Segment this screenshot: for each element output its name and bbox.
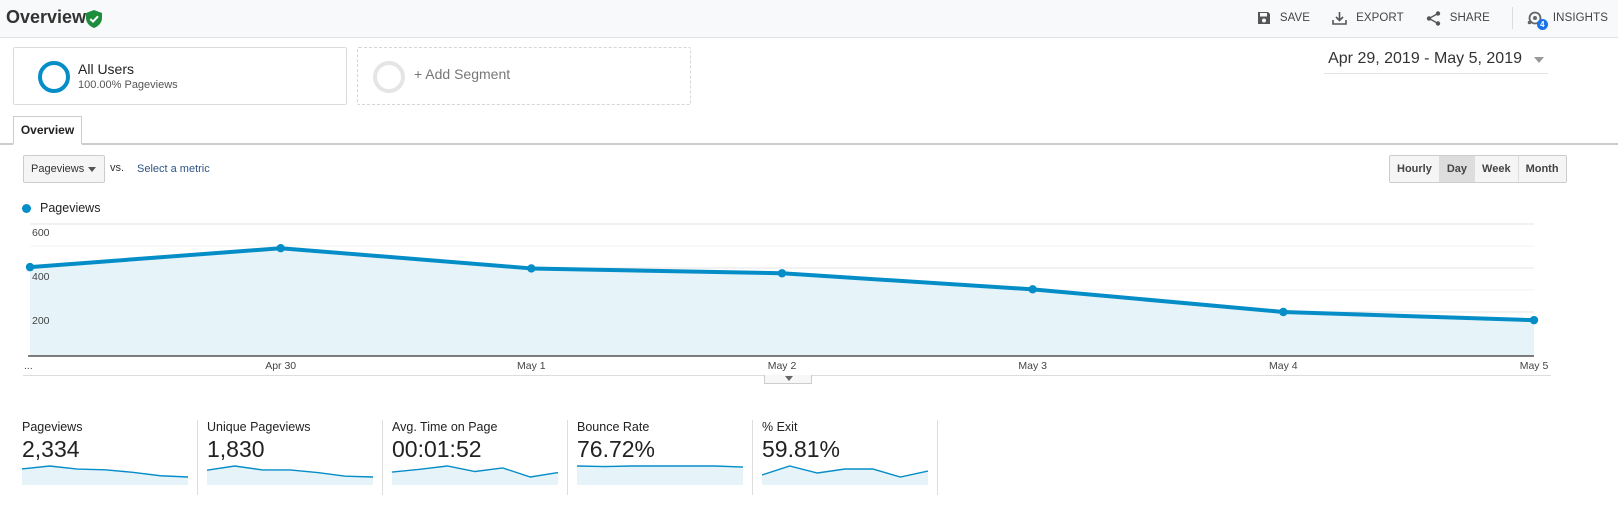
sparkline-area xyxy=(577,466,743,485)
data-point xyxy=(276,244,285,253)
select-metric-link[interactable]: Select a metric xyxy=(137,163,210,175)
period-day-button[interactable]: Day xyxy=(1439,156,1476,182)
sparkline-area xyxy=(392,466,558,485)
data-point xyxy=(1279,307,1288,317)
save-button[interactable]: SAVE xyxy=(1257,11,1310,25)
segment-subtitle: 100.00% Pageviews xyxy=(78,79,178,91)
segment-all-users[interactable]: All Users 100.00% Pageviews xyxy=(13,47,347,105)
scorecard-value: 76.72% xyxy=(577,436,656,462)
scorecard-label: Avg. Time on Page xyxy=(392,420,498,434)
scorecard-label: Bounce Rate xyxy=(577,420,650,434)
insights-label: INSIGHTS xyxy=(1552,12,1608,24)
x-tick-label: May 1 xyxy=(517,360,546,372)
period-month-button[interactable]: Month xyxy=(1518,156,1566,182)
scorecard-unique-pageviews[interactable]: Unique Pageviews 1,830 xyxy=(198,420,383,495)
date-range-text: Apr 29, 2019 - May 5, 2019 xyxy=(1328,50,1522,67)
sparkline xyxy=(392,465,558,485)
sparkline xyxy=(577,465,743,485)
scorecard-value: 1,830 xyxy=(207,436,265,462)
scorecard-label: % Exit xyxy=(762,420,798,434)
x-tick-label: May 2 xyxy=(768,360,797,372)
scorecard-pageviews[interactable]: Pageviews 2,334 xyxy=(13,420,198,495)
export-icon xyxy=(1332,12,1347,25)
pageviews-chart: 200 400 600... Apr 30 May 1 May 2 May 3 May 4 Ma… xyxy=(24,223,1549,372)
scorecard-value: 59.81% xyxy=(762,436,841,462)
x-tick-label: May 4 xyxy=(1269,360,1298,372)
legend-label: Pageviews xyxy=(40,201,101,215)
export-button[interactable]: EXPORT xyxy=(1332,11,1404,25)
segment-name: All Users xyxy=(78,61,135,77)
metric-select[interactable]: Pageviews xyxy=(23,155,105,183)
x-tick-label: Apr 30 xyxy=(265,360,296,372)
top-bar: Overview SAVE EXPORT SHARE 4 INSIGHTS xyxy=(0,0,1618,38)
insights-button[interactable]: 4 INSIGHTS xyxy=(1527,10,1608,30)
chart-legend: Pageviews xyxy=(22,201,100,215)
period-week-button[interactable]: Week xyxy=(1475,156,1519,182)
chevron-down-icon xyxy=(88,167,96,172)
segment-ring-icon xyxy=(38,61,70,93)
share-icon xyxy=(1426,10,1440,26)
data-point xyxy=(777,269,787,278)
scorecard-label: Unique Pageviews xyxy=(207,420,311,434)
sparkline xyxy=(207,465,373,485)
tab-overview[interactable]: Overview xyxy=(13,116,82,145)
actions-divider xyxy=(1511,7,1513,29)
add-segment-label: + Add Segment xyxy=(414,66,511,82)
series-area-pageviews xyxy=(30,248,1534,356)
share-label: SHARE xyxy=(1449,12,1490,24)
chevron-down-icon xyxy=(1534,57,1544,63)
top-actions: SAVE EXPORT SHARE 4 INSIGHTS xyxy=(1257,0,1618,36)
scorecard-value: 00:01:52 xyxy=(392,436,482,462)
period-toggle: Hourly Day Week Month xyxy=(1389,155,1567,183)
chevron-down-icon xyxy=(785,376,793,381)
y-tick-label: 600 xyxy=(32,227,50,239)
data-point xyxy=(1529,315,1539,325)
x-tick-label: May 5 xyxy=(1520,360,1549,372)
scorecard-exit-rate[interactable]: % Exit 59.81% xyxy=(753,420,938,495)
tabs-divider xyxy=(0,143,1618,145)
scorecard-label: Pageviews xyxy=(22,420,83,434)
sparkline-area xyxy=(207,466,373,485)
scorecards: Pageviews 2,334 Unique Pageviews 1,830 A… xyxy=(13,420,938,495)
scorecard-avg-time-on-page[interactable]: Avg. Time on Page 00:01:52 xyxy=(383,420,568,495)
period-hourly-button[interactable]: Hourly xyxy=(1390,156,1440,182)
export-label: EXPORT xyxy=(1356,12,1404,24)
scorecard-value: 2,334 xyxy=(22,436,80,462)
save-icon xyxy=(1257,12,1270,24)
data-point xyxy=(1028,285,1037,294)
page-title: Overview xyxy=(6,7,87,27)
data-point xyxy=(527,264,536,273)
share-button[interactable]: SHARE xyxy=(1426,10,1490,26)
date-range-picker[interactable]: Apr 29, 2019 - May 5, 2019 xyxy=(1324,50,1548,74)
sparkline xyxy=(762,465,928,485)
verified-shield-icon xyxy=(86,10,102,28)
y-tick-label: 200 xyxy=(32,315,50,327)
chart-collapse-handle[interactable] xyxy=(764,375,812,384)
save-label: SAVE xyxy=(1279,12,1311,24)
add-segment-ring-icon xyxy=(373,61,405,93)
add-segment-button[interactable]: + Add Segment xyxy=(357,47,691,105)
metric-select-value: Pageviews xyxy=(31,163,85,175)
y-tick-label: 400 xyxy=(32,271,50,283)
sparkline xyxy=(22,465,188,485)
x-tick-label: ... xyxy=(24,360,33,372)
legend-dot-icon xyxy=(22,203,31,213)
x-tick-label: May 3 xyxy=(1018,360,1047,372)
insights-badge: 4 xyxy=(1536,18,1548,30)
scorecard-bounce-rate[interactable]: Bounce Rate 76.72% xyxy=(568,420,753,495)
data-point xyxy=(25,262,35,272)
vs-label: vs. xyxy=(110,162,125,174)
